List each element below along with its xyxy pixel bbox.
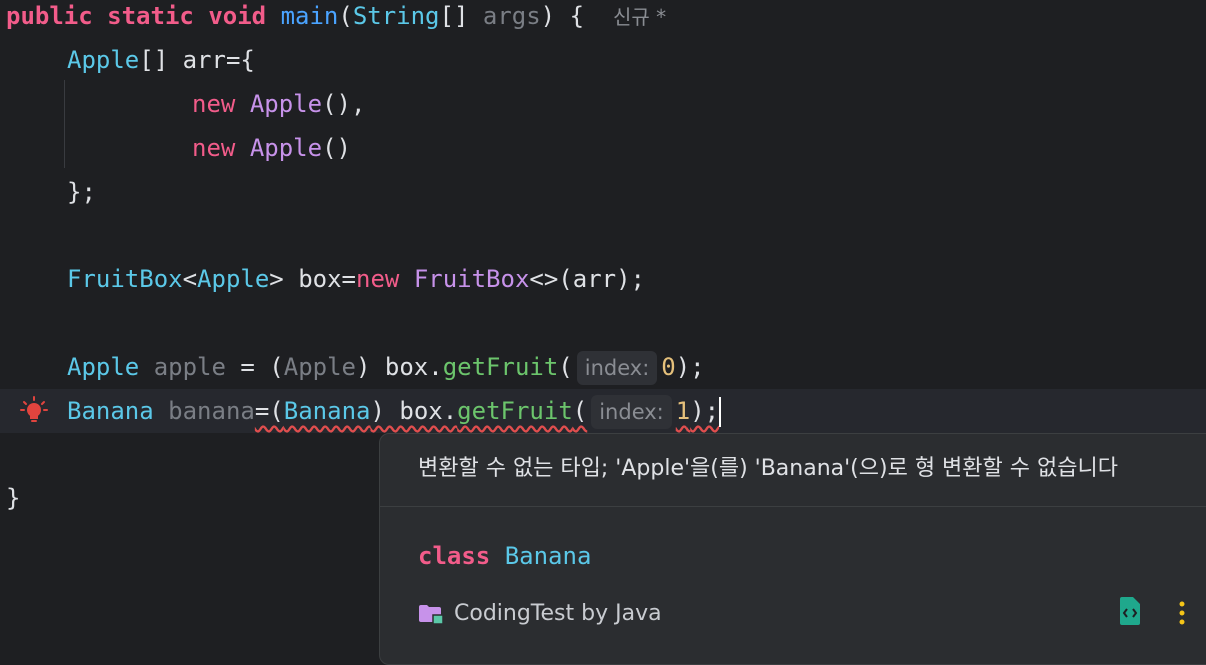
punct [399,265,413,293]
code-text: > box= [269,265,356,293]
keyword: static [107,2,194,30]
type-name: FruitBox [413,265,530,293]
code-text: () [322,134,351,162]
keyword: new [356,265,400,293]
punct: ); [675,353,705,381]
code-text: (), [322,90,366,118]
type-name: Banana [67,397,154,425]
param-hint: index: [591,395,672,429]
new-tag: 신규 * [612,5,667,29]
popup-divider [380,506,1206,507]
code-text: } [6,484,21,512]
punct: < [182,265,198,293]
code-line-method-close[interactable]: } [6,476,20,520]
punct: ( [572,397,588,425]
variable-name: banana [168,397,255,425]
keyword: new [192,134,236,162]
error-message: 변환할 수 없는 타입; 'Apple'을(를) 'Banana'(으)로 형 … [418,456,1118,481]
type-name: Apple [67,353,140,381]
type-name: Apple [67,46,140,74]
cast-type: Apple [283,353,356,381]
method-call: getFruit [457,397,573,425]
type-name: String [352,2,440,30]
indent-guide [64,80,65,168]
lightbulb-error-icon[interactable] [20,396,48,424]
keyword: new [192,90,236,118]
punct: ); [690,397,720,425]
project-name: CodingTest by Java [454,601,662,626]
text-caret [719,397,722,427]
module-folder-icon [419,605,444,625]
code-line-array-decl[interactable]: Apple[] arr={ [67,38,255,82]
keyword: void [208,2,267,30]
code-text: ) box. [370,397,458,425]
java-file-icon[interactable] [1118,596,1142,626]
type-name: FruitBox [67,265,183,293]
code-line-new-apple-2[interactable]: new Apple() [192,126,351,170]
class-signature[interactable]: class Banana [418,538,591,574]
more-vertical-icon[interactable] [1176,600,1188,626]
type-name: Apple [249,90,323,118]
number-literal: 0 [661,353,676,381]
keyword: public [6,2,93,30]
keyword: class [418,542,491,570]
type-name: Apple [197,265,270,293]
cast-type: Banana [283,397,371,425]
code-line-fruitbox[interactable]: FruitBox<Apple> box=new FruitBox<>(arr); [67,257,645,301]
param-name: args [482,2,541,30]
punct: ( [338,2,353,30]
code-text: }; [67,178,96,206]
method-call: getFruit [442,353,559,381]
type-name: Apple [249,134,323,162]
code-line-apple-cast[interactable]: Apple apple = (Apple) box.getFruit(index… [67,345,705,389]
code-text: = ( [225,353,284,381]
code-line-banana-text: Banana banana=(Banana) box.getFruit(inde… [67,389,722,433]
punct: ( [558,353,573,381]
punct: [] [439,2,483,30]
project-location[interactable]: CodingTest by Java [418,596,662,632]
punct: ) { [540,2,585,30]
error-tooltip-popup: 변환할 수 없는 타입; 'Apple'을(를) 'Banana'(으)로 형 … [379,433,1206,665]
variable-name: apple [153,353,226,381]
number-literal: 1 [675,397,691,425]
method-name: main [280,2,339,30]
code-text: [] arr={ [139,46,255,74]
code-text: =( [254,397,284,425]
code-line-array-close[interactable]: }; [67,170,96,214]
param-hint: index: [576,351,658,385]
class-name: Banana [504,542,592,570]
code-line-new-apple-1[interactable]: new Apple(), [192,82,365,126]
code-text: ) box. [356,353,443,381]
code-line-main-signature[interactable]: public static void main(String[] args) {… [6,0,666,38]
code-text: <>(arr); [529,265,645,293]
